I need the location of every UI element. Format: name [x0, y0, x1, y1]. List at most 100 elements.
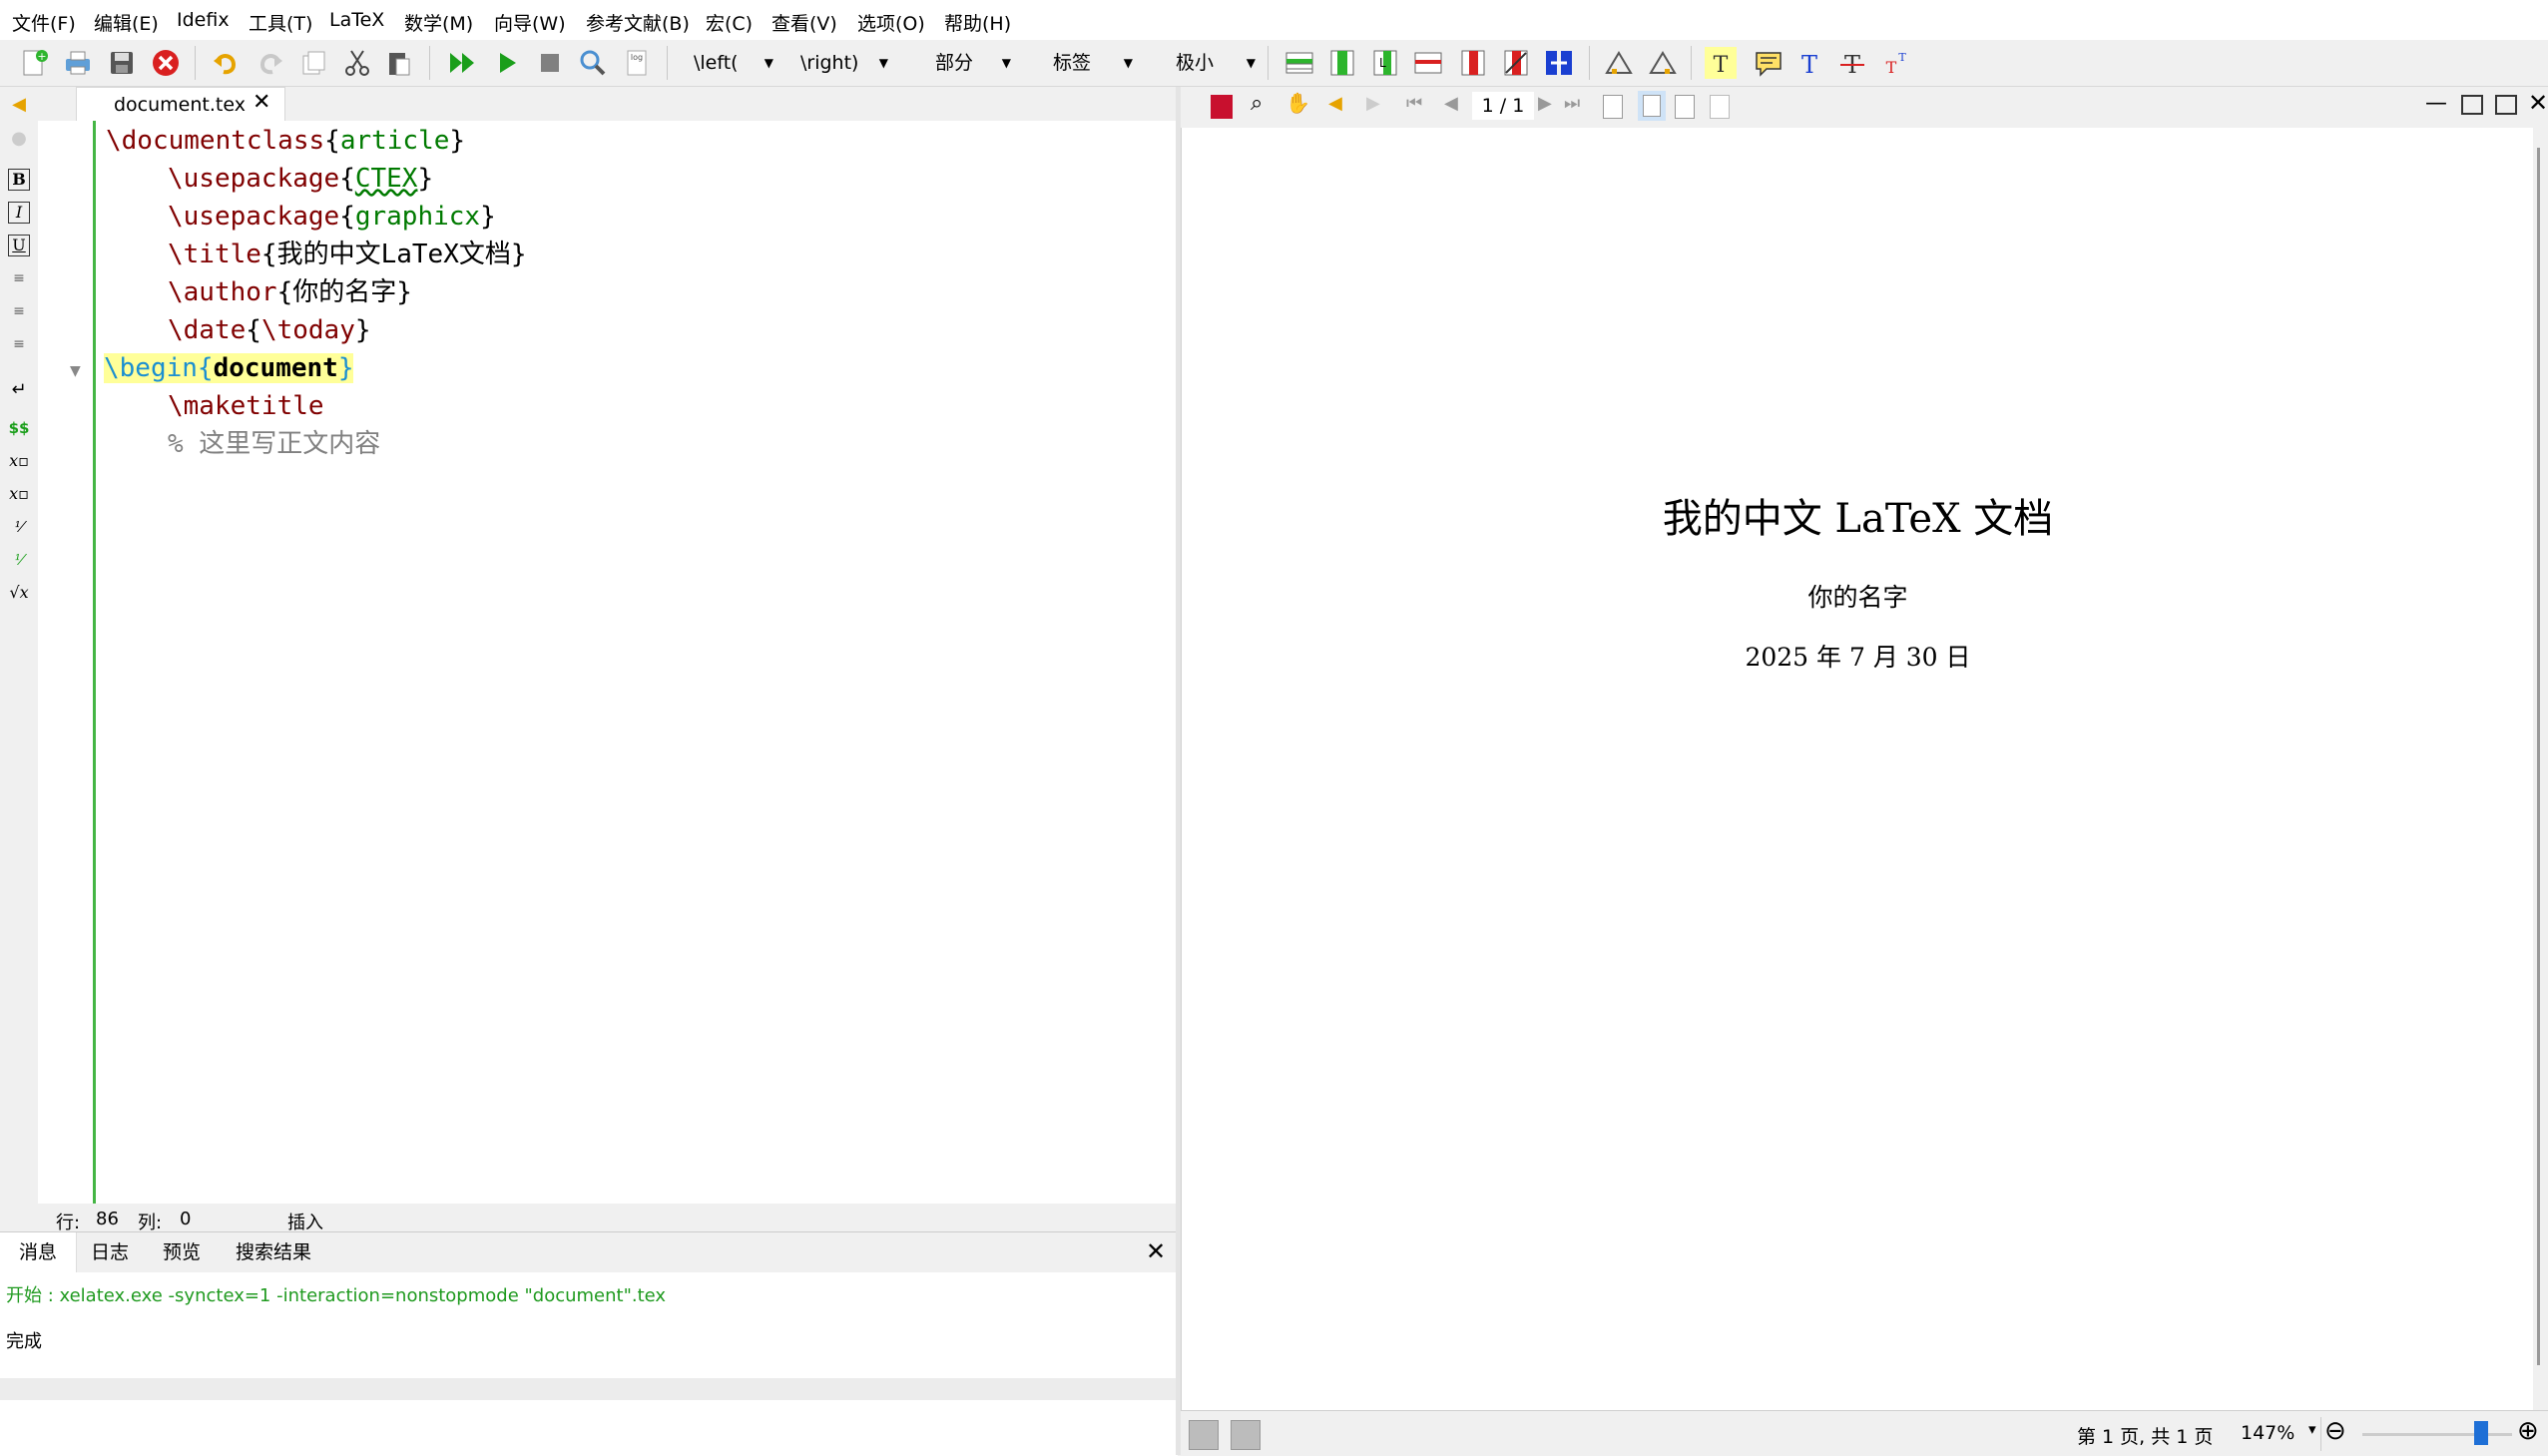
close-tab-icon[interactable]: ✕	[253, 90, 270, 115]
text-highlight-icon[interactable]: T	[1705, 47, 1737, 79]
single-page-icon[interactable]	[1603, 95, 1623, 119]
lock-icon[interactable]	[1189, 1420, 1219, 1450]
table-add-row-icon[interactable]	[1283, 47, 1315, 79]
panel-horizontal-scrollbar[interactable]	[0, 1378, 1178, 1400]
menu-bibliography[interactable]: 参考文献(B)	[586, 9, 690, 36]
menu-edit[interactable]: 编辑(E)	[94, 9, 159, 36]
menu-math[interactable]: 数学(M)	[404, 9, 473, 36]
text-blue-icon[interactable]: T	[1793, 47, 1825, 79]
embed-icon[interactable]	[2461, 95, 2483, 115]
view-pdf-icon[interactable]	[577, 47, 609, 79]
align-center-icon[interactable]: ≡	[8, 300, 30, 322]
menu-tools[interactable]: 工具(T)	[249, 9, 312, 36]
table-delete-icon[interactable]	[1500, 47, 1532, 79]
tab-log[interactable]: 日志	[78, 1232, 142, 1272]
pdf-scrollbar-thumb[interactable]	[2537, 148, 2540, 1365]
paste-icon[interactable]	[383, 47, 415, 79]
maximize-icon[interactable]	[2495, 95, 2517, 115]
table-remove-column-icon[interactable]	[1457, 47, 1489, 79]
zoom-slider-thumb[interactable]	[2473, 1421, 2488, 1445]
close-panel-icon[interactable]: ✕	[1146, 1237, 1166, 1265]
tab-document-tex[interactable]: document.tex ✕	[76, 87, 285, 121]
fit-page-icon[interactable]	[1710, 95, 1730, 119]
inline-math-icon[interactable]: $$	[8, 417, 30, 439]
strikethrough-icon[interactable]: T	[1836, 47, 1868, 79]
menu-help[interactable]: 帮助(H)	[944, 9, 1011, 36]
cut-icon[interactable]	[341, 47, 373, 79]
underline-icon[interactable]: U	[8, 235, 30, 256]
save-icon[interactable]	[106, 47, 138, 79]
fraction-icon[interactable]: ⅟	[8, 516, 30, 538]
tab-preview[interactable]: 预览	[150, 1232, 214, 1272]
menu-options[interactable]: 选项(O)	[857, 9, 925, 36]
table-add-column-icon[interactable]	[1326, 47, 1358, 79]
search-icon[interactable]: ⌕	[1251, 91, 1263, 116]
copy-icon[interactable]	[297, 47, 329, 79]
first-page-icon[interactable]: ⏮	[1406, 93, 1422, 114]
section-combo[interactable]: 部分 ▼	[935, 48, 1011, 78]
back-icon[interactable]: ◀	[1328, 93, 1342, 114]
superscript-icon[interactable]: x▫	[8, 483, 30, 505]
zoom-value[interactable]: 147%	[2241, 1422, 2294, 1444]
hand-tool-icon[interactable]: ✋	[1285, 91, 1310, 115]
page-number-field[interactable]: 1 / 1	[1472, 92, 1534, 120]
sqrt-icon[interactable]: √x	[8, 582, 30, 604]
next-page-icon[interactable]: ▶	[1538, 93, 1552, 114]
fit-width-icon[interactable]	[1675, 95, 1695, 119]
table-remove-row-icon[interactable]	[1412, 47, 1444, 79]
tab-messages[interactable]: 消息	[0, 1232, 77, 1272]
view-log-icon[interactable]: log	[621, 47, 653, 79]
redo-icon[interactable]	[255, 47, 286, 79]
label-combo[interactable]: 标签 ▼	[1053, 48, 1133, 78]
pdf-icon[interactable]	[1211, 95, 1233, 119]
comment-icon[interactable]	[1753, 47, 1784, 79]
align-left-icon[interactable]: ≡	[8, 267, 30, 289]
dfrac-icon[interactable]: ⅟	[8, 549, 30, 571]
left-delimiter-combo[interactable]: \left(▼	[694, 48, 773, 78]
last-page-icon[interactable]: ⏭	[1564, 93, 1580, 114]
font-size-combo[interactable]: 极小 ▼	[1176, 48, 1256, 78]
previous-page-icon[interactable]: ◀	[1444, 93, 1458, 114]
menu-file[interactable]: 文件(F)	[12, 9, 76, 36]
zoom-dropdown-icon[interactable]: ▾	[2308, 1420, 2316, 1438]
sync-lock-icon[interactable]	[1231, 1420, 1261, 1450]
fold-arrow-icon[interactable]: ▼	[70, 363, 81, 379]
menu-idefix[interactable]: Idefix	[177, 9, 230, 31]
forward-icon[interactable]: ▶	[1366, 93, 1380, 114]
forward-arrow-icon[interactable]: ●	[8, 128, 30, 150]
align-right-icon[interactable]: ≡	[8, 333, 30, 355]
close-viewer-icon[interactable]: ✕	[2528, 89, 2548, 117]
new-file-icon[interactable]: +	[18, 47, 50, 79]
pdf-page[interactable]: 我的中文 LaTeX 文档 你的名字 2025 年 7 月 30 日	[1181, 128, 2534, 1410]
menu-wizard[interactable]: 向导(W)	[494, 9, 566, 36]
undo-icon[interactable]	[210, 47, 242, 79]
bold-icon[interactable]: B	[8, 169, 30, 191]
newline-icon[interactable]: ↵	[8, 379, 30, 401]
quick-build-icon[interactable]	[446, 47, 478, 79]
stop-icon[interactable]	[534, 47, 566, 79]
right-delimiter-combo[interactable]: \right) ▼	[800, 48, 888, 78]
tab-search-results[interactable]: 搜索结果	[224, 1232, 323, 1272]
menu-latex[interactable]: LaTeX	[329, 9, 384, 31]
zoom-slider[interactable]	[2362, 1433, 2512, 1436]
menu-view[interactable]: 查看(V)	[771, 9, 837, 36]
back-arrow-icon[interactable]: ◀	[8, 94, 30, 116]
table-align-icon[interactable]: L	[1369, 47, 1401, 79]
zoom-in-icon[interactable]: ⊕	[2517, 1416, 2539, 1446]
close-document-icon[interactable]	[150, 47, 182, 79]
code-argument: \today	[260, 315, 355, 345]
italic-icon[interactable]: I	[8, 202, 30, 224]
minimize-icon[interactable]: —	[2425, 91, 2447, 116]
print-icon[interactable]	[62, 47, 94, 79]
zoom-out-icon[interactable]: ⊖	[2324, 1416, 2346, 1446]
triangle-outline-icon[interactable]	[1603, 47, 1635, 79]
compile-icon[interactable]	[491, 47, 523, 79]
table-swap-icon[interactable]	[1543, 47, 1575, 79]
code-editor[interactable]: ▼ \documentclass{article} \usepackage{CT…	[38, 121, 1210, 1204]
pdf-scrollbar[interactable]	[2533, 128, 2548, 1410]
triangle-fill-icon[interactable]	[1647, 47, 1679, 79]
menu-macros[interactable]: 宏(C)	[706, 9, 753, 36]
superscript-text-icon[interactable]: TT	[1880, 47, 1912, 79]
continuous-page-icon[interactable]	[1638, 91, 1666, 121]
subscript-icon[interactable]: x▫	[8, 450, 30, 472]
